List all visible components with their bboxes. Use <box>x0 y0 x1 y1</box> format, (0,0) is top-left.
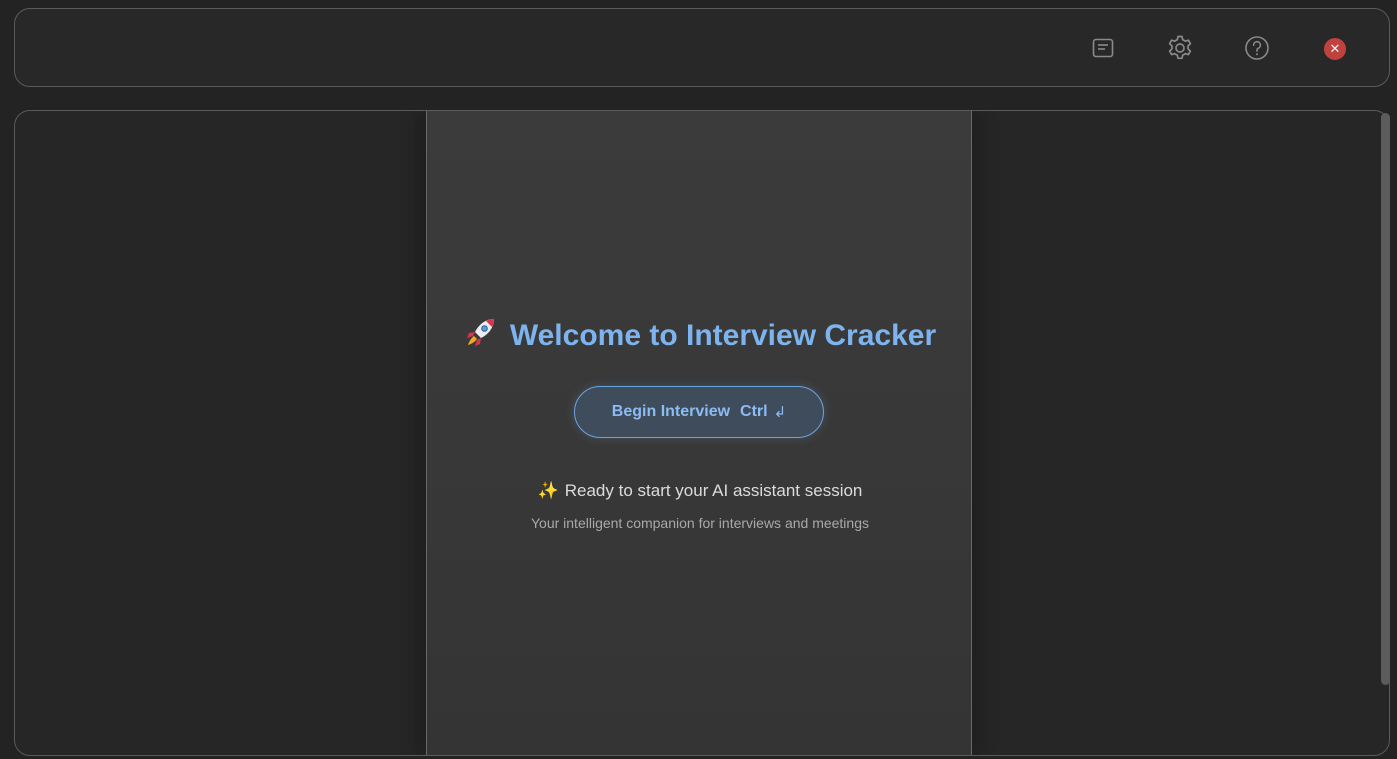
enter-key-icon: ↲ <box>773 404 787 421</box>
vertical-scrollbar[interactable] <box>1381 113 1390 685</box>
begin-interview-button[interactable]: Begin Interview Ctrl ↲ <box>574 386 824 438</box>
sparkles-icon: ✨ <box>537 481 559 500</box>
welcome-column: Welcome to Interview Cracker Begin Inter… <box>426 111 973 755</box>
welcome-heading: Welcome to Interview Cracker <box>427 315 973 357</box>
begin-interview-label: Begin Interview <box>611 403 731 420</box>
close-icon: ✕ <box>1329 41 1341 56</box>
notes-icon[interactable] <box>1088 33 1118 63</box>
help-icon[interactable] <box>1242 33 1272 63</box>
close-button[interactable]: ✕ <box>1324 38 1346 60</box>
ready-status: ✨ Ready to start your AI assistant sessio… <box>427 481 973 501</box>
gear-icon[interactable] <box>1165 33 1195 63</box>
welcome-title: Welcome to Interview Cracker <box>509 319 937 352</box>
ready-status-text: Ready to start your AI assistant session <box>564 481 863 500</box>
shortcut-label: Ctrl <box>740 403 768 420</box>
top-toolbar: ✕ <box>14 8 1390 87</box>
rocket-icon <box>464 315 498 357</box>
tagline: Your intelligent companion for interview… <box>530 515 869 531</box>
main-panel: Welcome to Interview Cracker Begin Inter… <box>14 110 1390 756</box>
